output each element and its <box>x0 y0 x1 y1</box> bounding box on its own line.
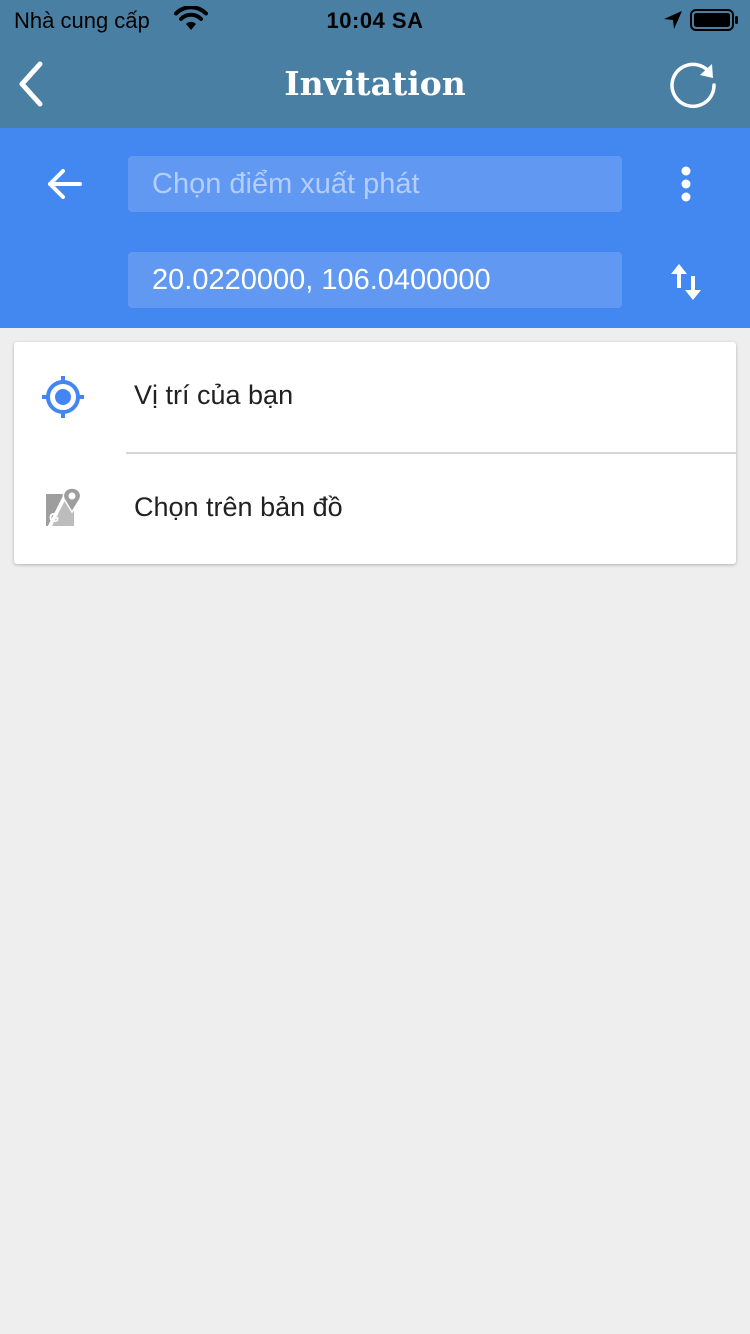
status-bar: Nhà cung cấp 10:04 SA <box>0 0 750 40</box>
location-arrow-icon <box>662 9 684 37</box>
suggestion-your-location[interactable]: Vị trí của bạn <box>14 342 736 452</box>
status-time: 10:04 SA <box>326 8 424 33</box>
swap-vert-icon[interactable] <box>668 262 704 302</box>
svg-text:G: G <box>49 510 59 525</box>
refresh-icon[interactable] <box>666 58 720 112</box>
navigation-bar: Invitation <box>0 40 750 128</box>
battery-icon <box>690 8 740 38</box>
suggestion-label: Chọn trên bản đồ <box>134 492 343 522</box>
directions-panel: Chọn điểm xuất phát 20.0220000, 106.0400… <box>0 128 750 328</box>
destination-input[interactable]: 20.0220000, 106.0400000 <box>128 252 622 308</box>
more-vert-icon[interactable] <box>674 166 698 206</box>
my-location-icon <box>40 374 86 420</box>
google-maps-pin-icon: G <box>40 486 86 532</box>
suggestion-choose-on-map[interactable]: G Chọn trên bản đồ <box>14 454 736 564</box>
top-bar: Nhà cung cấp 10:04 SA Invitation <box>0 0 750 128</box>
page-title: Invitation <box>284 64 466 103</box>
suggestions-card: Vị trí của bạn G Chọn trên bản đồ <box>14 342 736 564</box>
arrow-left-icon[interactable] <box>44 166 84 202</box>
suggestion-label: Vị trí của bạn <box>134 380 294 410</box>
start-point-input[interactable]: Chọn điểm xuất phát <box>128 156 622 212</box>
